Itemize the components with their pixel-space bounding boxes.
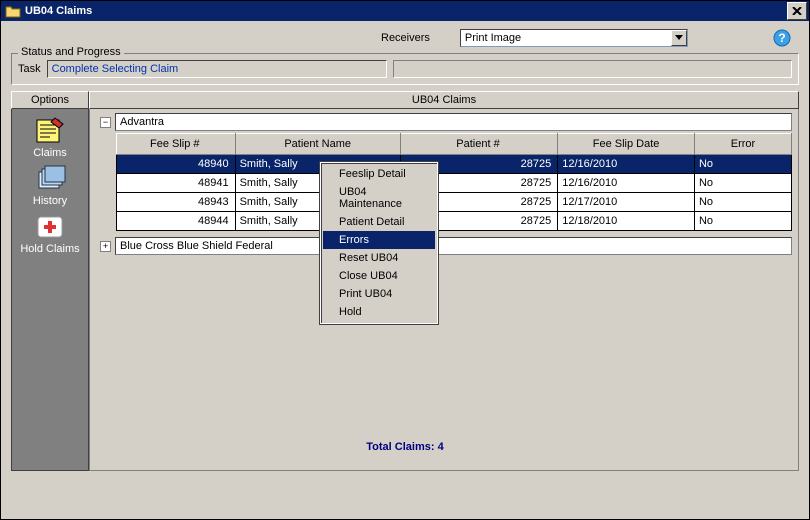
options-header: Options bbox=[11, 91, 89, 109]
tree-group-advantra[interactable]: Advantra bbox=[115, 113, 792, 131]
table-row[interactable]: 48944 Smith, Sally 28725 12/18/2010 No bbox=[117, 212, 792, 231]
tree-group-bcbs[interactable]: Blue Cross Blue Shield Federal bbox=[115, 237, 792, 255]
table-header-row: Fee Slip # Patient Name Patient # Fee Sl… bbox=[117, 134, 792, 155]
col-patient-num[interactable]: Patient # bbox=[400, 134, 557, 155]
options-item-label: Claims bbox=[33, 147, 67, 159]
menu-item-close-ub04[interactable]: Close UB04 bbox=[323, 267, 435, 285]
menu-item-errors[interactable]: Errors bbox=[323, 231, 435, 249]
options-item-label: History bbox=[33, 195, 67, 207]
menu-item-hold[interactable]: Hold bbox=[323, 303, 435, 321]
window-title: UB04 Claims bbox=[25, 5, 787, 17]
menu-item-ub04-maintenance[interactable]: UB04 Maintenance bbox=[323, 183, 435, 213]
col-patient-name[interactable]: Patient Name bbox=[235, 134, 400, 155]
tree-expander-bcbs[interactable]: + bbox=[100, 241, 111, 252]
context-menu: Feeslip Detail UB04 Maintenance Patient … bbox=[320, 162, 438, 324]
table-row[interactable]: 48943 Smith, Sally 28725 12/17/2010 No bbox=[117, 193, 792, 212]
title-bar: UB04 Claims bbox=[1, 1, 809, 21]
table-row[interactable]: 48941 Smith, Sally 28725 12/16/2010 No bbox=[117, 174, 792, 193]
status-progress-group: Status and Progress Task Complete Select… bbox=[11, 53, 799, 85]
task-value-field: Complete Selecting Claim bbox=[47, 60, 387, 78]
folder-icon bbox=[5, 4, 21, 18]
help-icon[interactable]: ? bbox=[773, 29, 791, 47]
menu-item-print-ub04[interactable]: Print UB04 bbox=[323, 285, 435, 303]
options-item-hold-claims[interactable]: Hold Claims bbox=[20, 211, 79, 255]
task-label: Task bbox=[18, 63, 41, 75]
options-item-history[interactable]: History bbox=[32, 163, 68, 207]
close-button[interactable] bbox=[787, 2, 807, 20]
footer-total: Total Claims: 4 bbox=[1, 441, 809, 453]
hold-claims-icon bbox=[32, 211, 68, 243]
claims-table: Fee Slip # Patient Name Patient # Fee Sl… bbox=[116, 133, 792, 231]
options-item-label: Hold Claims bbox=[20, 243, 79, 255]
menu-item-patient-detail[interactable]: Patient Detail bbox=[323, 213, 435, 231]
col-fee-date[interactable]: Fee Slip Date bbox=[558, 134, 695, 155]
claims-grid-body: − Advantra Fee Slip # Patient Name Patie… bbox=[89, 109, 799, 471]
menu-item-reset-ub04[interactable]: Reset UB04 bbox=[323, 249, 435, 267]
claims-grid-header: UB04 Claims bbox=[89, 91, 799, 109]
options-item-claims[interactable]: Claims bbox=[32, 115, 68, 159]
menu-item-feeslip-detail[interactable]: Feeslip Detail bbox=[323, 165, 435, 183]
receivers-label: Receivers bbox=[381, 32, 430, 44]
receivers-combo[interactable]: Print Image bbox=[460, 29, 688, 47]
tree-expander-advantra[interactable]: − bbox=[100, 117, 111, 128]
history-icon bbox=[32, 163, 68, 195]
options-panel: Claims History Hold Claims bbox=[11, 109, 89, 471]
receivers-value: Print Image bbox=[465, 32, 521, 44]
table-row[interactable]: 48940 Smith, Sally 28725 12/16/2010 No bbox=[117, 155, 792, 174]
status-legend: Status and Progress bbox=[18, 46, 124, 58]
col-error[interactable]: Error bbox=[694, 134, 791, 155]
svg-text:?: ? bbox=[778, 31, 785, 45]
task-secondary-field bbox=[393, 60, 792, 78]
claims-icon bbox=[32, 115, 68, 147]
chevron-down-icon[interactable] bbox=[671, 30, 687, 46]
col-fee-slip[interactable]: Fee Slip # bbox=[117, 134, 236, 155]
